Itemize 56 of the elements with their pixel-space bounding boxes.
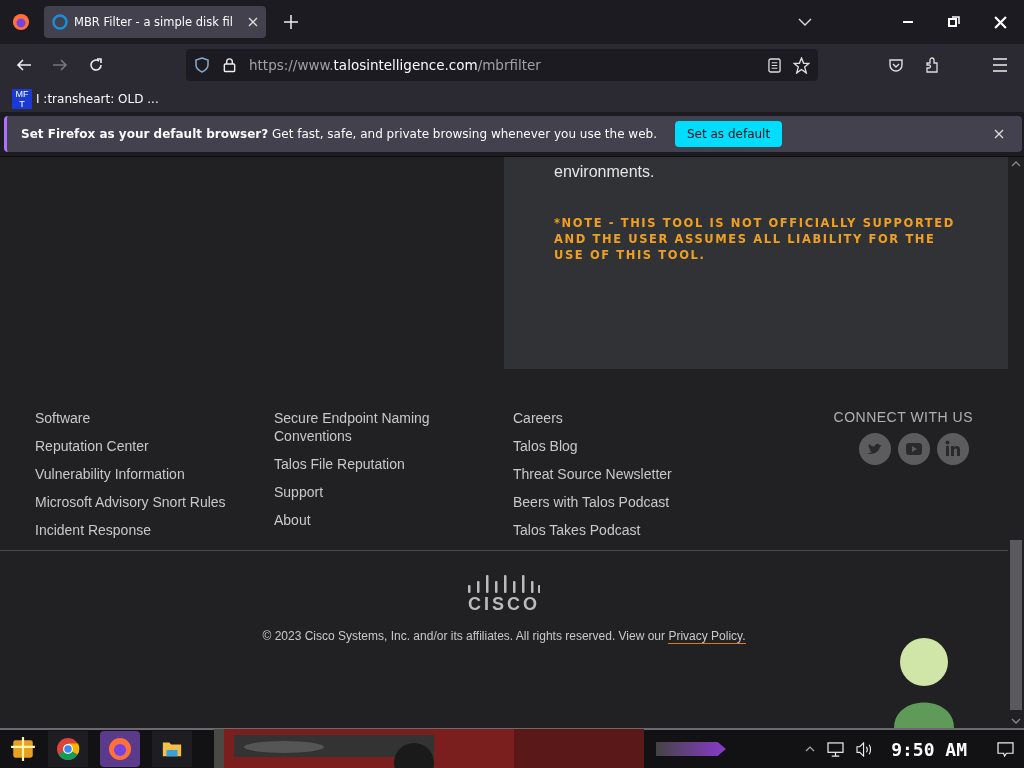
- twitter-bird-icon[interactable]: [859, 433, 891, 465]
- footer-link[interactable]: Reputation Center: [35, 437, 260, 455]
- footer-link[interactable]: Software: [35, 409, 260, 427]
- reload-icon[interactable]: [88, 57, 104, 73]
- footer-link[interactable]: Incident Response: [35, 521, 260, 539]
- footer-link[interactable]: Threat Source Newsletter: [513, 465, 738, 483]
- pocket-icon[interactable]: [888, 57, 904, 73]
- warning-note: *NOTE - THIS TOOL IS NOT OFFICIALLY SUPPORTED AND THE USER ASSUMES ALL LIABILITY FOR THE USE OF THIS TOOL.: [554, 215, 956, 263]
- start-icon[interactable]: [10, 736, 36, 762]
- chevron-up-icon[interactable]: [805, 746, 816, 752]
- footer-link[interactable]: About: [274, 511, 449, 529]
- address-bar[interactable]: https://www.talosintelligence.com/mbrfilter: [186, 49, 818, 81]
- taskbar-button[interactable]: [152, 731, 192, 767]
- notification-message: Set Firefox as your default browser? Get fast, safe, and private browsing whenever you use the web.: [21, 127, 657, 141]
- chrome-icon: [56, 737, 80, 761]
- forward-icon[interactable]: [52, 57, 68, 73]
- menu-icon[interactable]: [992, 58, 1008, 72]
- firefox-icon: [108, 737, 132, 761]
- footer-link[interactable]: Beers with Talos Podcast: [513, 493, 738, 511]
- footer-link[interactable]: Careers: [513, 409, 738, 427]
- privacy-policy-link[interactable]: Privacy Policy.: [668, 629, 746, 644]
- puzzle-icon[interactable]: [924, 57, 940, 73]
- taskbar-button[interactable]: [48, 731, 88, 767]
- footer-link[interactable]: Talos File Reputation: [274, 455, 449, 473]
- linkedin-icon[interactable]: [937, 433, 969, 465]
- footer-link[interactable]: Secure Endpoint Naming Conventions: [274, 409, 449, 445]
- lock-icon: [222, 57, 237, 73]
- play-button-icon[interactable]: [898, 433, 930, 465]
- body-text: environments.: [554, 163, 656, 181]
- browser-tab[interactable]: MBR Filter - a simple disk fil: [44, 6, 266, 38]
- notification-icon[interactable]: [997, 741, 1014, 757]
- footer-link[interactable]: Vulnerability Information: [35, 465, 260, 483]
- footer-link[interactable]: Support: [274, 483, 449, 501]
- set-default-button[interactable]: Set as default: [675, 121, 783, 147]
- shield-icon: [194, 57, 210, 73]
- scroll-thumb[interactable]: [1010, 540, 1022, 710]
- close-icon[interactable]: [994, 129, 1004, 139]
- speaker-icon[interactable]: [856, 741, 874, 757]
- taskbar-arrow-decoration: [656, 742, 726, 756]
- back-icon[interactable]: [16, 57, 32, 73]
- close-icon[interactable]: [248, 17, 258, 27]
- footer-link[interactable]: Talos Blog: [513, 437, 738, 455]
- network-icon[interactable]: [827, 741, 845, 757]
- copyright-text: © 2023 Cisco Systems, Inc. and/or its affiliates. All rights reserved. View our Privacy Policy.: [262, 629, 746, 643]
- firefox-icon[interactable]: [12, 13, 30, 31]
- chevron-up-icon[interactable]: [1011, 161, 1021, 167]
- star-icon[interactable]: [793, 56, 810, 74]
- footer-link[interactable]: Talos Takes Podcast: [513, 521, 738, 539]
- clock[interactable]: 9:50 AM: [891, 738, 967, 760]
- globe-icon: [52, 14, 68, 30]
- connect-heading: CONNECT WITH US: [833, 409, 973, 425]
- new-tab-icon[interactable]: [284, 15, 298, 29]
- cisco-logo[interactable]: CISCO: [468, 575, 540, 613]
- footer-link[interactable]: Microsoft Advisory Snort Rules: [35, 493, 260, 511]
- reader-view-icon[interactable]: [768, 57, 781, 73]
- restore-icon[interactable]: [948, 16, 960, 28]
